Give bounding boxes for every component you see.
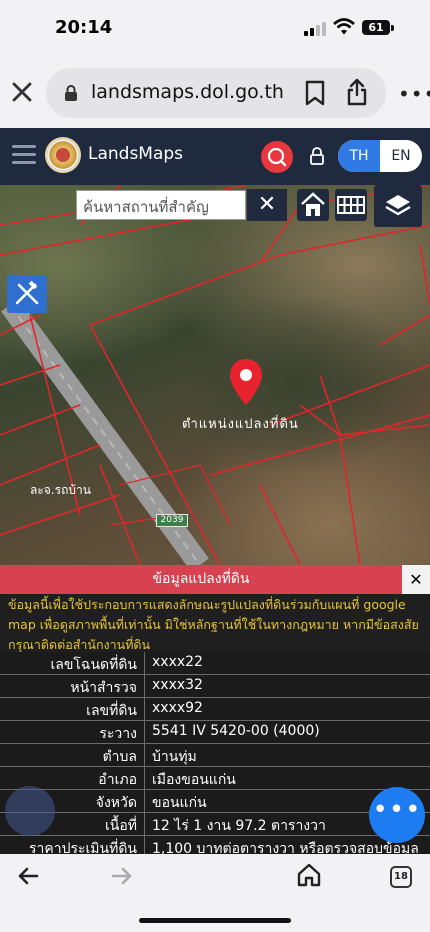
- table-row: ราคาประเมินที่ดิน 1,100 บาทต่อตารางวา หร…: [0, 836, 430, 854]
- row-label: เลขโฉนดที่ดิน: [50, 657, 137, 673]
- more-options-icon[interactable]: •••: [398, 84, 430, 104]
- info-button[interactable]: [5, 786, 55, 836]
- divider: [144, 652, 145, 675]
- battery-icon: 61: [362, 20, 390, 35]
- forward-arrow-icon[interactable]: [110, 864, 134, 888]
- divider: [144, 836, 145, 854]
- table-row: อำเภอ เมืองขอนแก่น: [0, 767, 430, 790]
- login-lock-icon[interactable]: [309, 147, 325, 165]
- divider: [144, 721, 145, 744]
- table-row: เลขโฉนดที่ดิน xxxx22: [0, 652, 430, 675]
- url-text: landsmaps.dol.go.th: [91, 81, 284, 103]
- row-value: บ้านทุ่ม: [152, 749, 197, 765]
- ruler-pencil-icon: [15, 280, 39, 305]
- grid-icon: [337, 196, 365, 214]
- row-label: ระวาง: [99, 726, 137, 742]
- place-search-input[interactable]: ค้นหาสถานที่สำคัญ: [76, 190, 246, 220]
- cellular-signal-icon: [304, 22, 326, 36]
- divider: [144, 790, 145, 813]
- search-clear-button[interactable]: ✕: [247, 189, 287, 221]
- row-value: 12 ไร่ 1 งาน 97.2 ตารางวา: [152, 818, 326, 834]
- row-value: 1,100 บาทต่อตารางวา หรือตรวจสอบข้อมูล: [152, 841, 419, 854]
- street-label: ละจ.รถบ้าน: [30, 483, 91, 497]
- close-icon[interactable]: [10, 80, 34, 104]
- row-label: เลขที่ดิน: [86, 703, 137, 719]
- road-number-badge: 2039: [156, 514, 188, 527]
- status-bar: 20:14 61: [0, 0, 430, 58]
- back-arrow-icon[interactable]: [16, 864, 40, 888]
- table-row: จังหวัด ขอนแก่น: [0, 790, 430, 813]
- table-row: ตำบล บ้านทุ่ม: [0, 744, 430, 767]
- row-label: ราคาประเมินที่ดิน: [28, 841, 137, 854]
- table-row: ระวาง 5541 IV 5420-00 (4000): [0, 721, 430, 744]
- parcel-info-table: เลขโฉนดที่ดิน xxxx22 หน้าสำรวจ xxxx32 เล…: [0, 652, 430, 854]
- row-value: xxxx32: [152, 677, 203, 693]
- layers-icon: [385, 195, 411, 216]
- row-label: ตำบล: [102, 749, 137, 765]
- map-view[interactable]: ค้นหาสถานที่สำคัญ ✕ ตำแหน่งแปลงที่ดิน ละ…: [0, 185, 430, 565]
- row-value: 5541 IV 5420-00 (4000): [152, 723, 320, 739]
- row-value: เมืองขอนแก่น: [152, 772, 236, 788]
- home-indicator: [139, 918, 291, 923]
- tabs-count-button[interactable]: 18: [390, 866, 412, 888]
- lang-th-option[interactable]: TH: [338, 140, 380, 172]
- share-icon[interactable]: [346, 78, 368, 106]
- info-panel-close-button[interactable]: ✕: [402, 565, 430, 594]
- row-label: หน้าสำรวจ: [70, 680, 137, 696]
- app-header: LandsMaps TH EN: [0, 128, 430, 185]
- divider: [144, 744, 145, 767]
- grid-sheet-button[interactable]: [335, 189, 367, 221]
- search-button[interactable]: [261, 141, 293, 173]
- wifi-icon: [333, 18, 355, 35]
- battery-tip: [391, 25, 394, 31]
- status-time: 20:14: [55, 17, 113, 38]
- home-icon[interactable]: [296, 862, 322, 888]
- disclaimer-text: ข้อมูลนี้เพื่อใช้ประกอบการแสดงลักษณะรูปแ…: [0, 594, 430, 652]
- lock-icon: [65, 85, 77, 101]
- table-row: เลขที่ดิน xxxx92: [0, 698, 430, 721]
- bookmark-icon[interactable]: [304, 80, 326, 106]
- app-title: LandsMaps: [88, 144, 184, 164]
- parcel-boundaries: [0, 185, 430, 565]
- table-row: หน้าสำรวจ xxxx32: [0, 675, 430, 698]
- row-value: xxxx92: [152, 700, 203, 716]
- divider: [144, 813, 145, 836]
- row-value: ขอนแก่น: [152, 795, 207, 811]
- divider: [144, 675, 145, 698]
- info-panel-title: ข้อมูลแปลงที่ดิน: [0, 565, 402, 594]
- home-view-button[interactable]: [297, 189, 329, 221]
- dol-logo: [45, 137, 81, 173]
- more-actions-button[interactable]: •••: [369, 787, 425, 843]
- url-bar[interactable]: landsmaps.dol.go.th: [46, 68, 386, 118]
- location-pin-icon[interactable]: [228, 357, 264, 407]
- search-icon: [267, 147, 287, 167]
- parcel-position-label: ตำแหน่งแปลงที่ดิน: [182, 417, 299, 432]
- divider: [144, 698, 145, 721]
- browser-bar: landsmaps.dol.go.th •••: [0, 58, 430, 128]
- language-toggle[interactable]: TH EN: [338, 140, 422, 172]
- home-icon: [301, 192, 325, 216]
- table-row: เนื้อที่ 12 ไร่ 1 งาน 97.2 ตารางวา: [0, 813, 430, 836]
- lang-en-option[interactable]: EN: [380, 140, 422, 172]
- measure-tool-button[interactable]: [7, 275, 47, 313]
- browser-toolbar: 18: [0, 854, 430, 932]
- row-value: xxxx22: [152, 654, 203, 670]
- divider: [144, 767, 145, 790]
- menu-icon[interactable]: [12, 145, 36, 164]
- layers-button[interactable]: [374, 185, 422, 227]
